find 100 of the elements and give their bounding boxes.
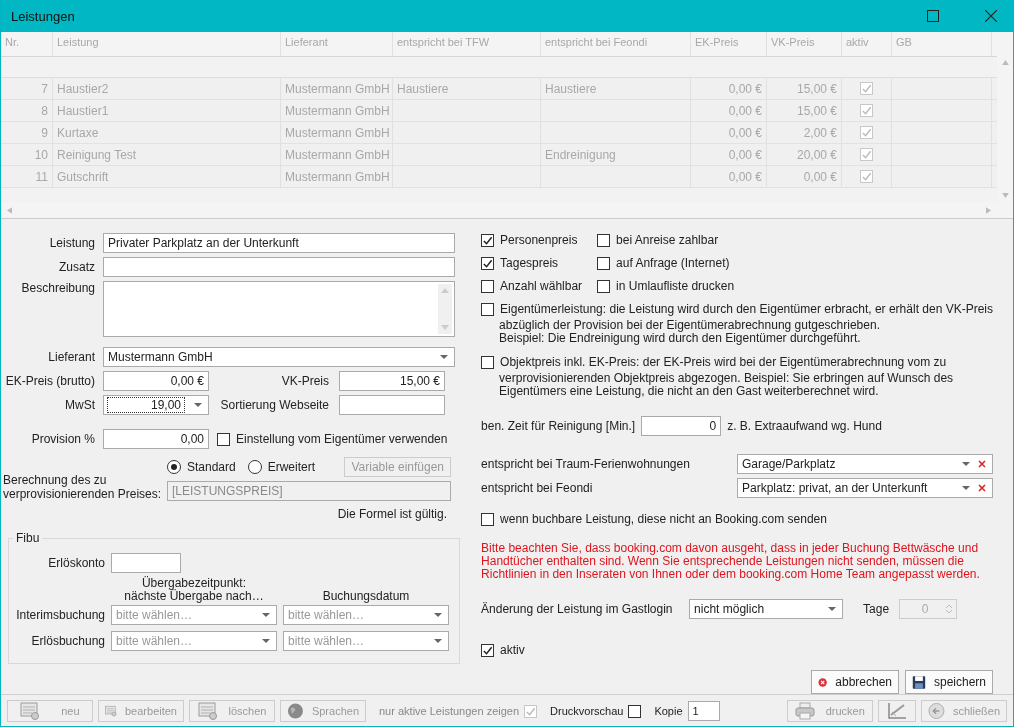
checkbox-label: Anzahl wählbar — [500, 279, 583, 293]
field-label: Zusatz — [58, 260, 95, 274]
cancel-button[interactable]: abbrechen — [811, 670, 899, 694]
field-label: Tage — [863, 602, 890, 616]
clear-icon[interactable] — [978, 484, 986, 492]
list-icon — [197, 702, 218, 720]
close-icon[interactable] — [985, 10, 997, 22]
addition-field[interactable] — [103, 257, 455, 277]
table-cell: 7 — [1, 78, 53, 99]
chart-icon — [887, 702, 907, 720]
checkbox[interactable] — [597, 233, 611, 247]
scroll-up-icon[interactable] — [441, 288, 449, 293]
checkbox-label: auf Anfrage (Internet) — [616, 256, 730, 270]
service-name-field[interactable]: Privater Parkplatz an der Unterkunft — [103, 233, 455, 253]
checkbox[interactable] — [481, 233, 495, 247]
table-cell: Gutschrift — [53, 166, 281, 187]
dropdown-caret-icon — [962, 486, 970, 490]
field-label: entspricht bei Feondi — [481, 481, 593, 495]
purchase-price-field[interactable]: 0,00 € — [103, 371, 209, 391]
save-button[interactable]: speichern — [905, 670, 993, 694]
table-cell: 0,00 € — [767, 166, 842, 187]
dropdown-caret-icon — [962, 462, 970, 466]
checkbox-label: Objektpreis inkl. EK-Preis: der EK-Preis wird bei der Eigentümerabrechnung vom zu — [500, 355, 947, 369]
radio-button[interactable] — [247, 460, 262, 474]
select-dropdown[interactable]: bitte wählen… — [283, 631, 449, 651]
checkbox[interactable] — [217, 432, 230, 446]
checkbox[interactable] — [597, 279, 611, 293]
print-preview-checkbox[interactable] — [628, 704, 642, 718]
field-label: entspricht bei Traum-Ferienwohnungen — [481, 457, 690, 471]
table-cell: 0,00 € — [691, 122, 767, 143]
select-dropdown[interactable]: bitte wählen… — [283, 605, 449, 625]
scroll-down-icon[interactable] — [441, 325, 449, 330]
table-cell: 8 — [1, 100, 53, 121]
commission-field[interactable]: 0,00 — [103, 429, 209, 449]
description-text: abzüglich der Provision bei der Eigentümerabrechnung gutgeschrieben. Beispiel: Die Endreinigung wird durch den Eigentümer durchgeführt. — [498, 319, 881, 345]
column-header: Übergabezeitpunkt: nächste Übergabe nach… — [123, 577, 265, 603]
table-cell: Endreinigung — [541, 144, 691, 165]
formula-status-text: Die Formel ist gültig. — [336, 507, 447, 521]
table-cell: 15,00 € — [767, 78, 842, 99]
table-cell: 2,00 € — [767, 122, 842, 143]
field-label: Leistung — [48, 236, 95, 250]
field-label: Erlöskonto — [47, 556, 105, 570]
select-dropdown[interactable]: bitte wählen… — [111, 631, 277, 651]
description-field[interactable] — [103, 281, 455, 337]
description-text: verprovisionierenden Objektpreis abgezogen. Beispiel: Sie erbringen auf Wunsch des Eigentümers eine Leistung, die nicht an den Gast weiterberechnet wird. — [498, 372, 955, 398]
sort-order-field[interactable] — [339, 395, 445, 415]
checkbox[interactable] — [481, 512, 495, 526]
dropdown-caret-icon — [194, 403, 202, 407]
supplier-dropdown[interactable]: Mustermann GmbH — [103, 347, 455, 367]
table-cell: Haustier2 — [53, 78, 281, 99]
active-checkbox[interactable] — [481, 643, 495, 657]
filter-label: nur aktive Leistungen zeigen — [379, 705, 520, 717]
checkbox[interactable] — [481, 302, 495, 316]
field-label: Provision % — [30, 432, 95, 446]
clear-icon[interactable] — [978, 460, 986, 468]
checkbox[interactable] — [597, 256, 611, 270]
checkbox-label: in Umlaufliste drucken — [616, 279, 735, 293]
radio-label: Erweitert — [267, 460, 316, 474]
table-cell: Mustermann GmbH — [281, 166, 393, 187]
dropdown-caret-icon — [440, 355, 448, 359]
checkbox-label: Personenpreis — [500, 233, 578, 247]
mapping-dropdown[interactable]: Parkplatz: privat, an der Unterkunft — [737, 478, 993, 498]
field-label: Berechnung des zu verprovisionierenden Preises: — [3, 473, 163, 501]
cleaning-time-field[interactable]: 0 — [641, 416, 722, 436]
select-dropdown[interactable]: bitte wählen… — [111, 605, 277, 625]
mapping-dropdown[interactable]: Garage/Parkplatz — [737, 454, 993, 474]
table-cell: Haustier1 — [53, 100, 281, 121]
table-cell: 0,00 € — [691, 78, 767, 99]
table-cell: Haustiere — [541, 78, 691, 99]
table-cell: Mustermann GmbH — [281, 100, 393, 121]
copies-field[interactable]: 1 — [687, 701, 720, 721]
formula-field[interactable]: [LEISTUNGSPREIS] — [167, 481, 451, 501]
dropdown-caret-icon — [434, 613, 442, 617]
hint-text: z. B. Extraaufwand wg. Hund — [727, 419, 882, 433]
dropdown-caret-icon — [828, 607, 837, 611]
maximize-icon[interactable] — [927, 10, 939, 22]
checkbox-label: wenn buchbare Leistung, diese nicht an Booking.com senden — [500, 512, 827, 526]
guest-login-dropdown[interactable]: nicht möglich — [689, 599, 844, 619]
copies-label: Kopie — [654, 705, 683, 717]
radio-label: Standard — [187, 460, 236, 474]
field-label: VK-Preis — [280, 374, 329, 388]
table-cell: Mustermann GmbH — [281, 122, 393, 143]
table-cell: Kurtaxe — [53, 122, 281, 143]
table-cell: Haustiere — [393, 78, 541, 99]
field-label: MwSt — [64, 398, 95, 412]
dropdown-caret-icon — [434, 639, 442, 643]
sale-price-field[interactable]: 15,00 € — [339, 371, 445, 391]
table-cell: 9 — [1, 122, 53, 143]
column-header: Buchungsdatum — [321, 590, 411, 603]
window-title: Leistungen — [11, 8, 75, 24]
checkbox[interactable] — [481, 279, 495, 293]
field-label: Sortierung Webseite — [219, 398, 329, 412]
checkbox[interactable] — [481, 256, 495, 270]
radio-button[interactable] — [167, 460, 181, 474]
field-label: Lieferant — [47, 350, 95, 364]
dropdown-caret-icon — [262, 639, 270, 643]
checkbox[interactable] — [481, 355, 495, 369]
vat-dropdown[interactable]: 19,00 — [103, 395, 209, 415]
checkbox-label: Eigentümerleistung: die Leistung wird durch den Eigentümer erbracht, er erhält den VK-Preis — [500, 302, 993, 316]
revenue-account-field[interactable] — [111, 553, 181, 573]
